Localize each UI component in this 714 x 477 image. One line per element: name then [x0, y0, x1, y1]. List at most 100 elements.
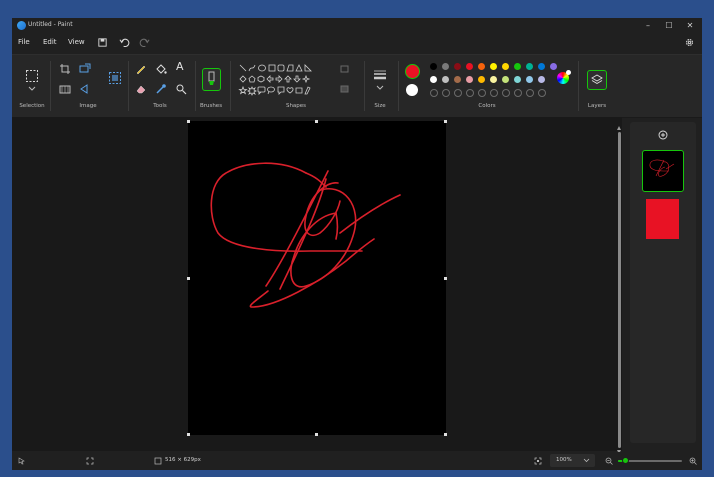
- image-filter-icon[interactable]: [59, 83, 71, 95]
- color-swatch[interactable]: [526, 63, 533, 70]
- select-all-icon[interactable]: [108, 71, 122, 85]
- size-chevron-down-icon[interactable]: [376, 85, 384, 91]
- primary-color[interactable]: [405, 64, 420, 79]
- layer-color-swatch[interactable]: [646, 199, 679, 239]
- shape-outline-icon[interactable]: [339, 63, 351, 75]
- menu-file[interactable]: File: [18, 38, 30, 46]
- color-swatch[interactable]: [538, 76, 545, 83]
- ribbon-divider: [230, 61, 231, 111]
- undo-icon[interactable]: [119, 37, 130, 48]
- layer-preview-drawing: [649, 159, 675, 177]
- settings-gear-icon[interactable]: [684, 37, 695, 48]
- resize-icon[interactable]: [79, 63, 91, 75]
- save-icon[interactable]: [97, 37, 108, 48]
- color-swatch[interactable]: [514, 76, 521, 83]
- edit-colors-button[interactable]: [557, 70, 571, 84]
- title-bar[interactable]: Untitled - Paint – ☐ ✕: [12, 18, 702, 34]
- color-swatch[interactable]: [490, 76, 497, 83]
- red-scribble-drawing: [210, 162, 401, 308]
- color-swatch[interactable]: [490, 63, 497, 70]
- stroke-size-icon[interactable]: [373, 69, 387, 81]
- layer-thumbnail[interactable]: [642, 150, 684, 192]
- paint-window: Untitled - Paint – ☐ ✕ File Edit View Se…: [12, 18, 702, 470]
- text-tool-icon[interactable]: A: [176, 61, 188, 73]
- menu-edit[interactable]: Edit: [43, 38, 57, 46]
- fit-to-window-icon[interactable]: [534, 457, 542, 465]
- magnifier-icon[interactable]: [175, 83, 187, 95]
- menu-view[interactable]: View: [68, 38, 85, 46]
- selection-chevron-down-icon[interactable]: [28, 86, 36, 92]
- color-swatch[interactable]: [442, 76, 449, 83]
- color-swatch[interactable]: [430, 76, 437, 83]
- canvas-resize-handle[interactable]: [444, 277, 447, 280]
- rotate-icon[interactable]: [79, 83, 91, 95]
- selection-rectangle-icon[interactable]: [25, 69, 39, 83]
- paint-app-icon: [17, 21, 26, 30]
- zoom-slider[interactable]: [618, 457, 682, 464]
- shape-fill-icon[interactable]: [339, 83, 351, 95]
- ribbon-divider: [128, 61, 129, 111]
- ribbon-divider: [398, 61, 399, 111]
- color-swatch[interactable]: [478, 76, 485, 83]
- empty-color-slot[interactable]: [490, 89, 498, 97]
- empty-color-slot[interactable]: [538, 89, 546, 97]
- redo-icon[interactable]: [139, 37, 150, 48]
- color-swatch[interactable]: [526, 76, 533, 83]
- color-swatch[interactable]: [538, 63, 545, 70]
- empty-color-slot[interactable]: [526, 89, 534, 97]
- drawing-canvas[interactable]: [188, 121, 446, 435]
- color-swatch[interactable]: [430, 63, 437, 70]
- color-picker-icon[interactable]: [155, 83, 167, 95]
- ribbon-divider: [50, 61, 51, 111]
- empty-color-slot[interactable]: [478, 89, 486, 97]
- group-label-image: Image: [79, 103, 97, 109]
- canvas-resize-handle[interactable]: [444, 433, 447, 436]
- fill-bucket-icon[interactable]: [155, 63, 167, 75]
- layers-icon: [591, 74, 603, 85]
- empty-color-slot[interactable]: [466, 89, 474, 97]
- canvas-workspace: [12, 117, 622, 451]
- eraser-icon[interactable]: [135, 83, 147, 95]
- color-swatch[interactable]: [442, 63, 449, 70]
- shapes-gallery[interactable]: [238, 63, 328, 97]
- zoom-in-icon[interactable]: [689, 457, 697, 465]
- color-swatch[interactable]: [478, 63, 485, 70]
- zoom-slider-thumb[interactable]: [622, 457, 630, 464]
- canvas-resize-handle[interactable]: [187, 433, 190, 436]
- zoom-out-icon[interactable]: [605, 457, 613, 465]
- color-swatch[interactable]: [502, 76, 509, 83]
- color-swatch[interactable]: [454, 63, 461, 70]
- color-swatch[interactable]: [550, 63, 557, 70]
- empty-color-slot[interactable]: [454, 89, 462, 97]
- ribbon-toolbar: Selection Image A Tools Brushes Shapes S…: [12, 54, 702, 118]
- canvas-resize-handle[interactable]: [187, 277, 190, 280]
- canvas-resize-handle[interactable]: [187, 120, 190, 123]
- brushes-button[interactable]: [202, 68, 221, 91]
- pencil-icon[interactable]: [135, 63, 147, 75]
- empty-color-slot[interactable]: [514, 89, 522, 97]
- secondary-color[interactable]: [406, 84, 418, 96]
- zoom-dropdown[interactable]: 100%: [550, 454, 595, 467]
- empty-color-slot[interactable]: [442, 89, 450, 97]
- minimize-button[interactable]: –: [637, 19, 659, 33]
- close-button[interactable]: ✕: [679, 19, 701, 33]
- scroll-up-arrow-icon[interactable]: [617, 126, 621, 130]
- maximize-button[interactable]: ☐: [658, 19, 680, 33]
- color-swatch[interactable]: [454, 76, 461, 83]
- layers-button[interactable]: [587, 70, 607, 90]
- color-swatch[interactable]: [466, 76, 473, 83]
- color-swatch[interactable]: [514, 63, 521, 70]
- crop-icon[interactable]: [59, 63, 71, 75]
- canvas-resize-handle[interactable]: [444, 120, 447, 123]
- vertical-scrollbar[interactable]: [617, 126, 621, 454]
- scrollbar-thumb[interactable]: [618, 132, 621, 448]
- color-palette: [430, 55, 557, 103]
- canvas-resize-handle[interactable]: [315, 433, 318, 436]
- group-label-layers: Layers: [587, 103, 607, 109]
- canvas-resize-handle[interactable]: [315, 120, 318, 123]
- add-layer-icon[interactable]: [658, 130, 668, 140]
- color-swatch[interactable]: [502, 63, 509, 70]
- empty-color-slot[interactable]: [502, 89, 510, 97]
- empty-color-slot[interactable]: [430, 89, 438, 97]
- color-swatch[interactable]: [466, 63, 473, 70]
